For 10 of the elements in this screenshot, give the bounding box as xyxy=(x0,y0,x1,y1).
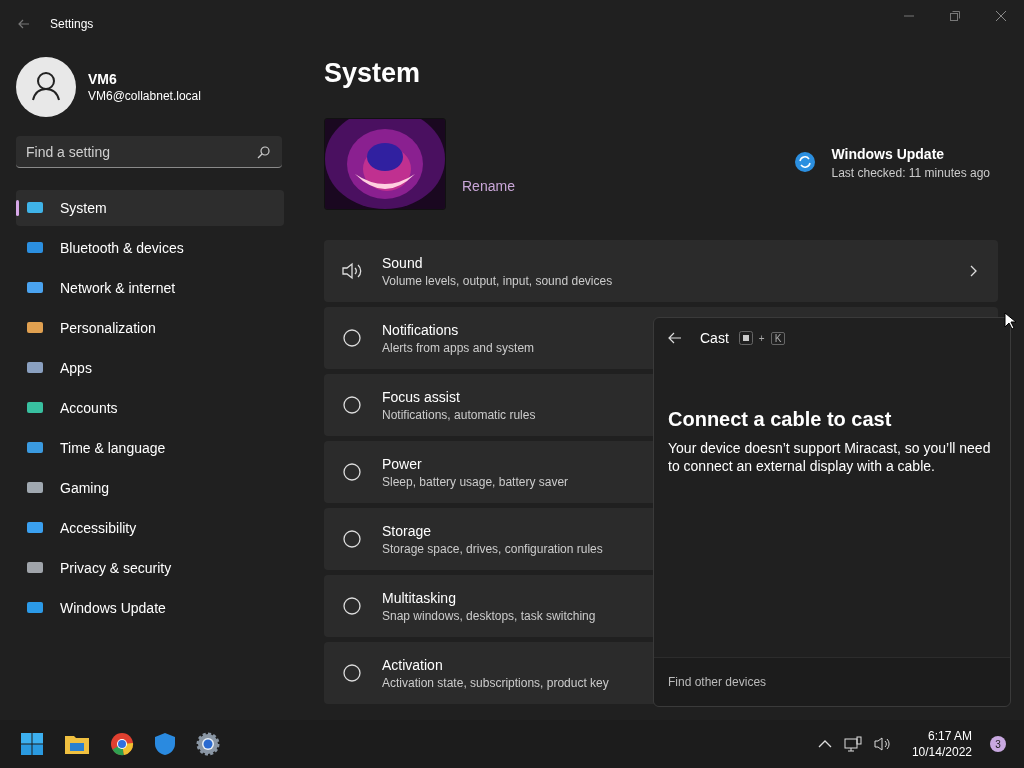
cast-title: Cast xyxy=(700,330,729,346)
window-title: Settings xyxy=(50,17,94,31)
user-email: VM6@collabnet.local xyxy=(88,89,201,103)
key-cap: K xyxy=(770,331,786,345)
cast-heading: Connect a cable to cast xyxy=(668,408,893,431)
update-subtitle: Last checked: 11 minutes ago xyxy=(831,166,990,180)
cast-message: Your device doesn’t support Miracast, so you’ll need to connect an external display with a cable. xyxy=(668,439,992,475)
user-name: VM6 xyxy=(88,71,118,87)
plus-sign: + xyxy=(758,332,765,344)
page-title: System xyxy=(324,58,422,90)
